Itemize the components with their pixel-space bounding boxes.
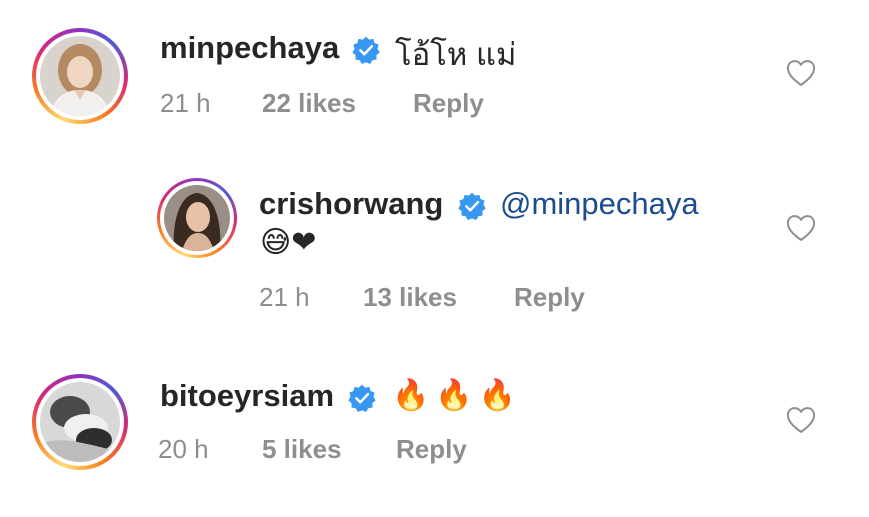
verified-badge-icon: [458, 192, 486, 220]
username[interactable]: minpechaya: [160, 30, 339, 66]
avatar[interactable]: [157, 178, 237, 258]
comment-time: 21 h: [259, 282, 310, 312]
reply-button[interactable]: Reply: [396, 434, 467, 465]
username[interactable]: crishorwang: [259, 186, 443, 222]
mention-link[interactable]: @minpechaya: [500, 186, 699, 222]
comment-text: โอ้โห แม่: [395, 37, 517, 72]
heart-outline-icon[interactable]: [786, 214, 816, 242]
avatar[interactable]: [32, 28, 128, 124]
comment-emoji: 😅❤: [260, 226, 317, 259]
comment-time: 20 h: [158, 434, 209, 464]
reply-button[interactable]: Reply: [413, 88, 484, 119]
avatar-photo: [164, 185, 230, 251]
likes-count[interactable]: 13 likes: [363, 282, 457, 313]
likes-count[interactable]: 5 likes: [262, 434, 342, 465]
heart-outline-icon[interactable]: [786, 406, 816, 434]
comment-time: 21 h: [160, 88, 211, 118]
username[interactable]: bitoeyrsiam: [160, 378, 334, 414]
avatar[interactable]: [32, 374, 128, 470]
verified-badge-icon: [352, 36, 380, 64]
likes-count[interactable]: 22 likes: [262, 88, 356, 119]
comment-item: bitoeyrsiam 🔥🔥🔥 20 h 5 likes Reply: [0, 360, 869, 510]
comment-item: minpechaya โอ้โห แม่ 21 h 22 likes Reply: [0, 0, 869, 150]
verified-badge-icon: [348, 384, 376, 412]
avatar-photo: [40, 382, 120, 462]
avatar-photo: [40, 36, 120, 116]
heart-outline-icon[interactable]: [786, 59, 816, 87]
comment-emoji: 🔥🔥🔥: [392, 379, 523, 412]
reply-button[interactable]: Reply: [514, 282, 585, 313]
reply-comment-item: crishorwang @minpechaya 😅❤ 21 h 13 likes…: [0, 160, 869, 330]
